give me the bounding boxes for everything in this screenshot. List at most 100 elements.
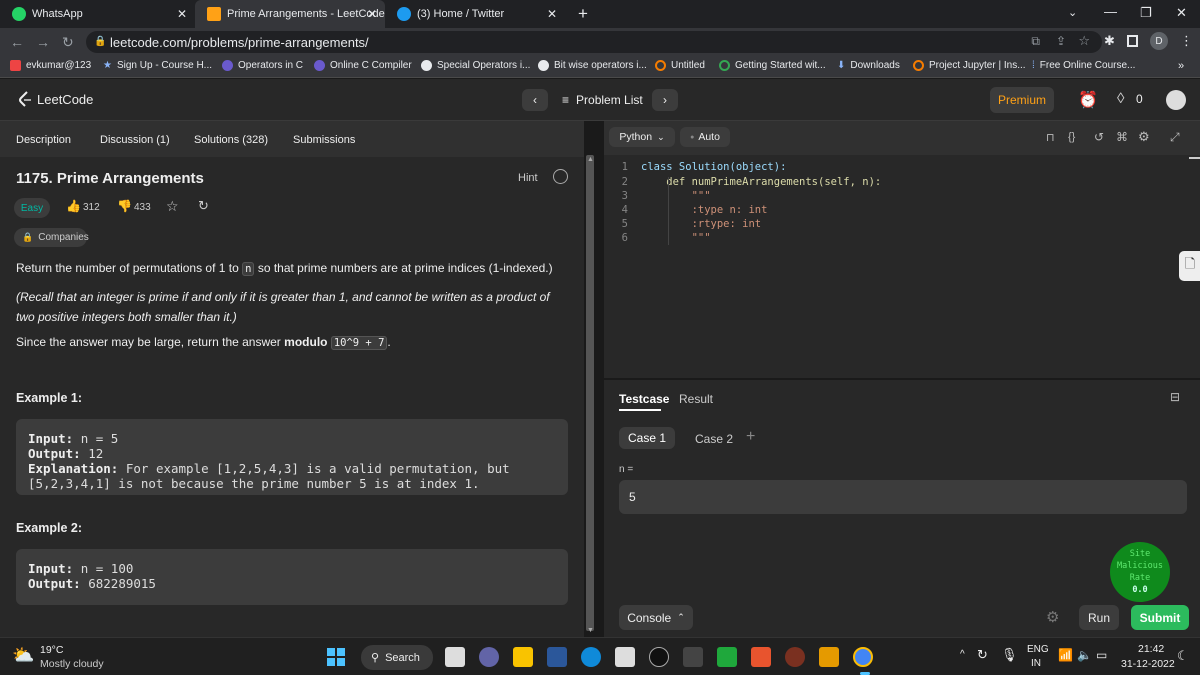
tab-whatsapp[interactable]: WhatsApp ✕ <box>0 0 195 28</box>
side-notes-button[interactable]: 🗋 <box>1179 251 1200 281</box>
feedback-icon[interactable] <box>553 169 568 184</box>
testcase-input[interactable]: 5 <box>619 480 1187 514</box>
bookmark-icon[interactable]: ⊓ <box>1046 131 1055 144</box>
code-line[interactable]: 3 """ <box>604 190 711 204</box>
new-tab-icon[interactable]: + <box>578 4 588 24</box>
windows-start-icon[interactable] <box>327 648 345 666</box>
file-manager-icon[interactable] <box>445 647 465 667</box>
submit-button[interactable]: Submit <box>1131 605 1189 630</box>
url-input[interactable]: 🔒 leetcode.com/problems/prime-arrangemen… <box>86 31 1102 53</box>
bookmark-item[interactable]: Special Operators i... <box>421 60 530 71</box>
restore-icon[interactable]: ❐ <box>1140 5 1152 21</box>
favorite-star-icon[interactable]: ☆ <box>166 198 179 215</box>
teams-icon[interactable] <box>479 647 499 667</box>
bookmark-item[interactable]: ★ Sign Up - Course H... <box>103 60 212 71</box>
settings-gear-icon[interactable]: ⚙ <box>1138 129 1150 145</box>
tab-twitter[interactable]: (3) Home / Twitter ✕ <box>385 0 565 28</box>
bookmark-item[interactable]: ⁞ Free Online Course... <box>1032 60 1135 71</box>
companies-badge[interactable]: 🔒 Companies <box>14 228 89 247</box>
hint-button[interactable]: Hint <box>518 172 538 184</box>
app-icon[interactable] <box>683 647 703 667</box>
braces-icon[interactable]: {} <box>1068 131 1075 143</box>
reset-icon[interactable]: ↺ <box>1094 130 1104 144</box>
bookmark-item[interactable]: ⬇ Downloads <box>837 60 900 71</box>
code-line[interactable]: 2 def numPrimeArrangements(self, n): <box>604 176 882 190</box>
profile-avatar[interactable]: D <box>1150 32 1168 50</box>
office-icon[interactable] <box>751 647 771 667</box>
flame-icon[interactable]: ◊ <box>1117 90 1124 107</box>
collapse-panel-icon[interactable]: ⊟ <box>1170 390 1180 404</box>
prev-problem-button[interactable]: ‹ <box>522 89 548 111</box>
bookmark-star-icon[interactable]: ☆ <box>1078 33 1090 49</box>
code-line[interactable]: 4 :type n: int <box>604 204 768 218</box>
dell-icon[interactable] <box>649 647 669 667</box>
close-icon[interactable]: ✕ <box>367 7 377 21</box>
shortcuts-icon[interactable]: ⌘ <box>1116 130 1128 144</box>
thumbs-down-icon[interactable]: 👎 <box>117 199 132 213</box>
auto-mode-toggle[interactable]: ● Auto <box>680 127 730 147</box>
extensions-icon[interactable]: ✱ <box>1104 33 1115 49</box>
tab-leetcode[interactable]: Prime Arrangements - LeetCode ✕ <box>195 0 385 28</box>
battery-icon[interactable]: ▭ <box>1096 648 1107 662</box>
tab-discussion[interactable]: Discussion (1) <box>100 134 170 146</box>
bookmark-item[interactable]: Operators in C <box>222 60 303 71</box>
close-icon[interactable]: ✕ <box>547 7 557 21</box>
store-icon[interactable] <box>615 647 635 667</box>
wifi-icon[interactable]: 📶 <box>1058 648 1073 662</box>
premium-button[interactable]: Premium <box>990 87 1054 113</box>
minimize-icon[interactable]: — <box>1104 4 1117 19</box>
tab-search-icon[interactable]: ⌄ <box>1068 6 1077 19</box>
bookmark-item[interactable]: Project Jupyter | Ins... <box>913 60 1026 71</box>
tab-submissions[interactable]: Submissions <box>293 134 355 146</box>
language-select[interactable]: Python ⌄ <box>609 127 675 147</box>
file-explorer-icon[interactable] <box>513 647 533 667</box>
notifications-icon[interactable]: ☾ <box>1177 648 1189 664</box>
code-line[interactable]: 6 """ <box>604 232 711 246</box>
forward-icon[interactable]: → <box>36 34 50 50</box>
problem-list-link[interactable]: ≡ Problem List <box>562 93 643 107</box>
run-button[interactable]: Run <box>1079 605 1119 630</box>
taskbar-search[interactable]: ⚲ Search <box>361 645 433 670</box>
bookmark-item[interactable]: evkumar@123 <box>10 60 91 71</box>
bookmark-item[interactable]: Bit wise operators i... <box>538 60 647 71</box>
more-bookmarks-icon[interactable]: » <box>1178 60 1184 72</box>
tray-overflow-icon[interactable]: ^ <box>960 649 965 660</box>
tab-description[interactable]: Description <box>16 134 71 146</box>
scroll-down-icon[interactable]: ▼ <box>587 627 594 634</box>
panel-splitter[interactable]: ▲ ▼ <box>584 121 604 637</box>
edge-icon[interactable] <box>581 647 601 667</box>
editor-scrollbar[interactable] <box>1189 157 1200 159</box>
user-avatar[interactable] <box>1166 90 1186 110</box>
window-close-icon[interactable]: ✕ <box>1176 5 1187 21</box>
close-icon[interactable]: ✕ <box>177 7 187 21</box>
open-in-app-icon[interactable]: ⧉ <box>1031 34 1040 49</box>
reload-icon[interactable]: ↻ <box>62 34 74 51</box>
code-line[interactable]: 1 class Solution(object): <box>604 161 787 175</box>
chrome-icon[interactable] <box>853 647 873 667</box>
thumbs-up-icon[interactable]: 👍 <box>66 199 81 213</box>
alarm-clock-icon[interactable]: ⏰ <box>1078 90 1098 110</box>
tab-solutions[interactable]: Solutions (328) <box>194 134 268 146</box>
bookmark-item[interactable]: Online C Compiler <box>314 60 412 71</box>
next-problem-button[interactable]: › <box>652 89 678 111</box>
leetcode-logo[interactable]: LeetCode <box>18 91 93 107</box>
word-icon[interactable] <box>547 647 567 667</box>
weather-temp[interactable]: 19°C <box>40 644 63 656</box>
hourglass-icon[interactable] <box>819 647 839 667</box>
app-w-icon[interactable] <box>717 647 737 667</box>
back-icon[interactable]: ← <box>10 34 24 50</box>
clock-time[interactable]: 21:42 <box>1138 643 1164 655</box>
tab-result[interactable]: Result <box>679 392 713 406</box>
case-1-tab[interactable]: Case 1 <box>619 427 675 449</box>
sync-icon[interactable]: ↻ <box>977 647 988 663</box>
share-icon[interactable]: ↻ <box>198 198 209 214</box>
code-line[interactable]: 5 :rtype: int <box>604 218 761 232</box>
microphone-icon[interactable]: 🎙 <box>1001 647 1018 663</box>
volume-icon[interactable]: 🔈 <box>1077 648 1092 662</box>
scroll-up-icon[interactable]: ▲ <box>587 156 594 163</box>
kebab-menu-icon[interactable]: ⋮ <box>1180 33 1193 49</box>
bookmark-item[interactable]: Untitled <box>655 60 705 71</box>
console-button[interactable]: Console ⌃ <box>619 605 693 630</box>
case-2-tab[interactable]: Case 2 <box>695 432 733 446</box>
bookmark-item[interactable]: Getting Started wit... <box>719 60 826 71</box>
